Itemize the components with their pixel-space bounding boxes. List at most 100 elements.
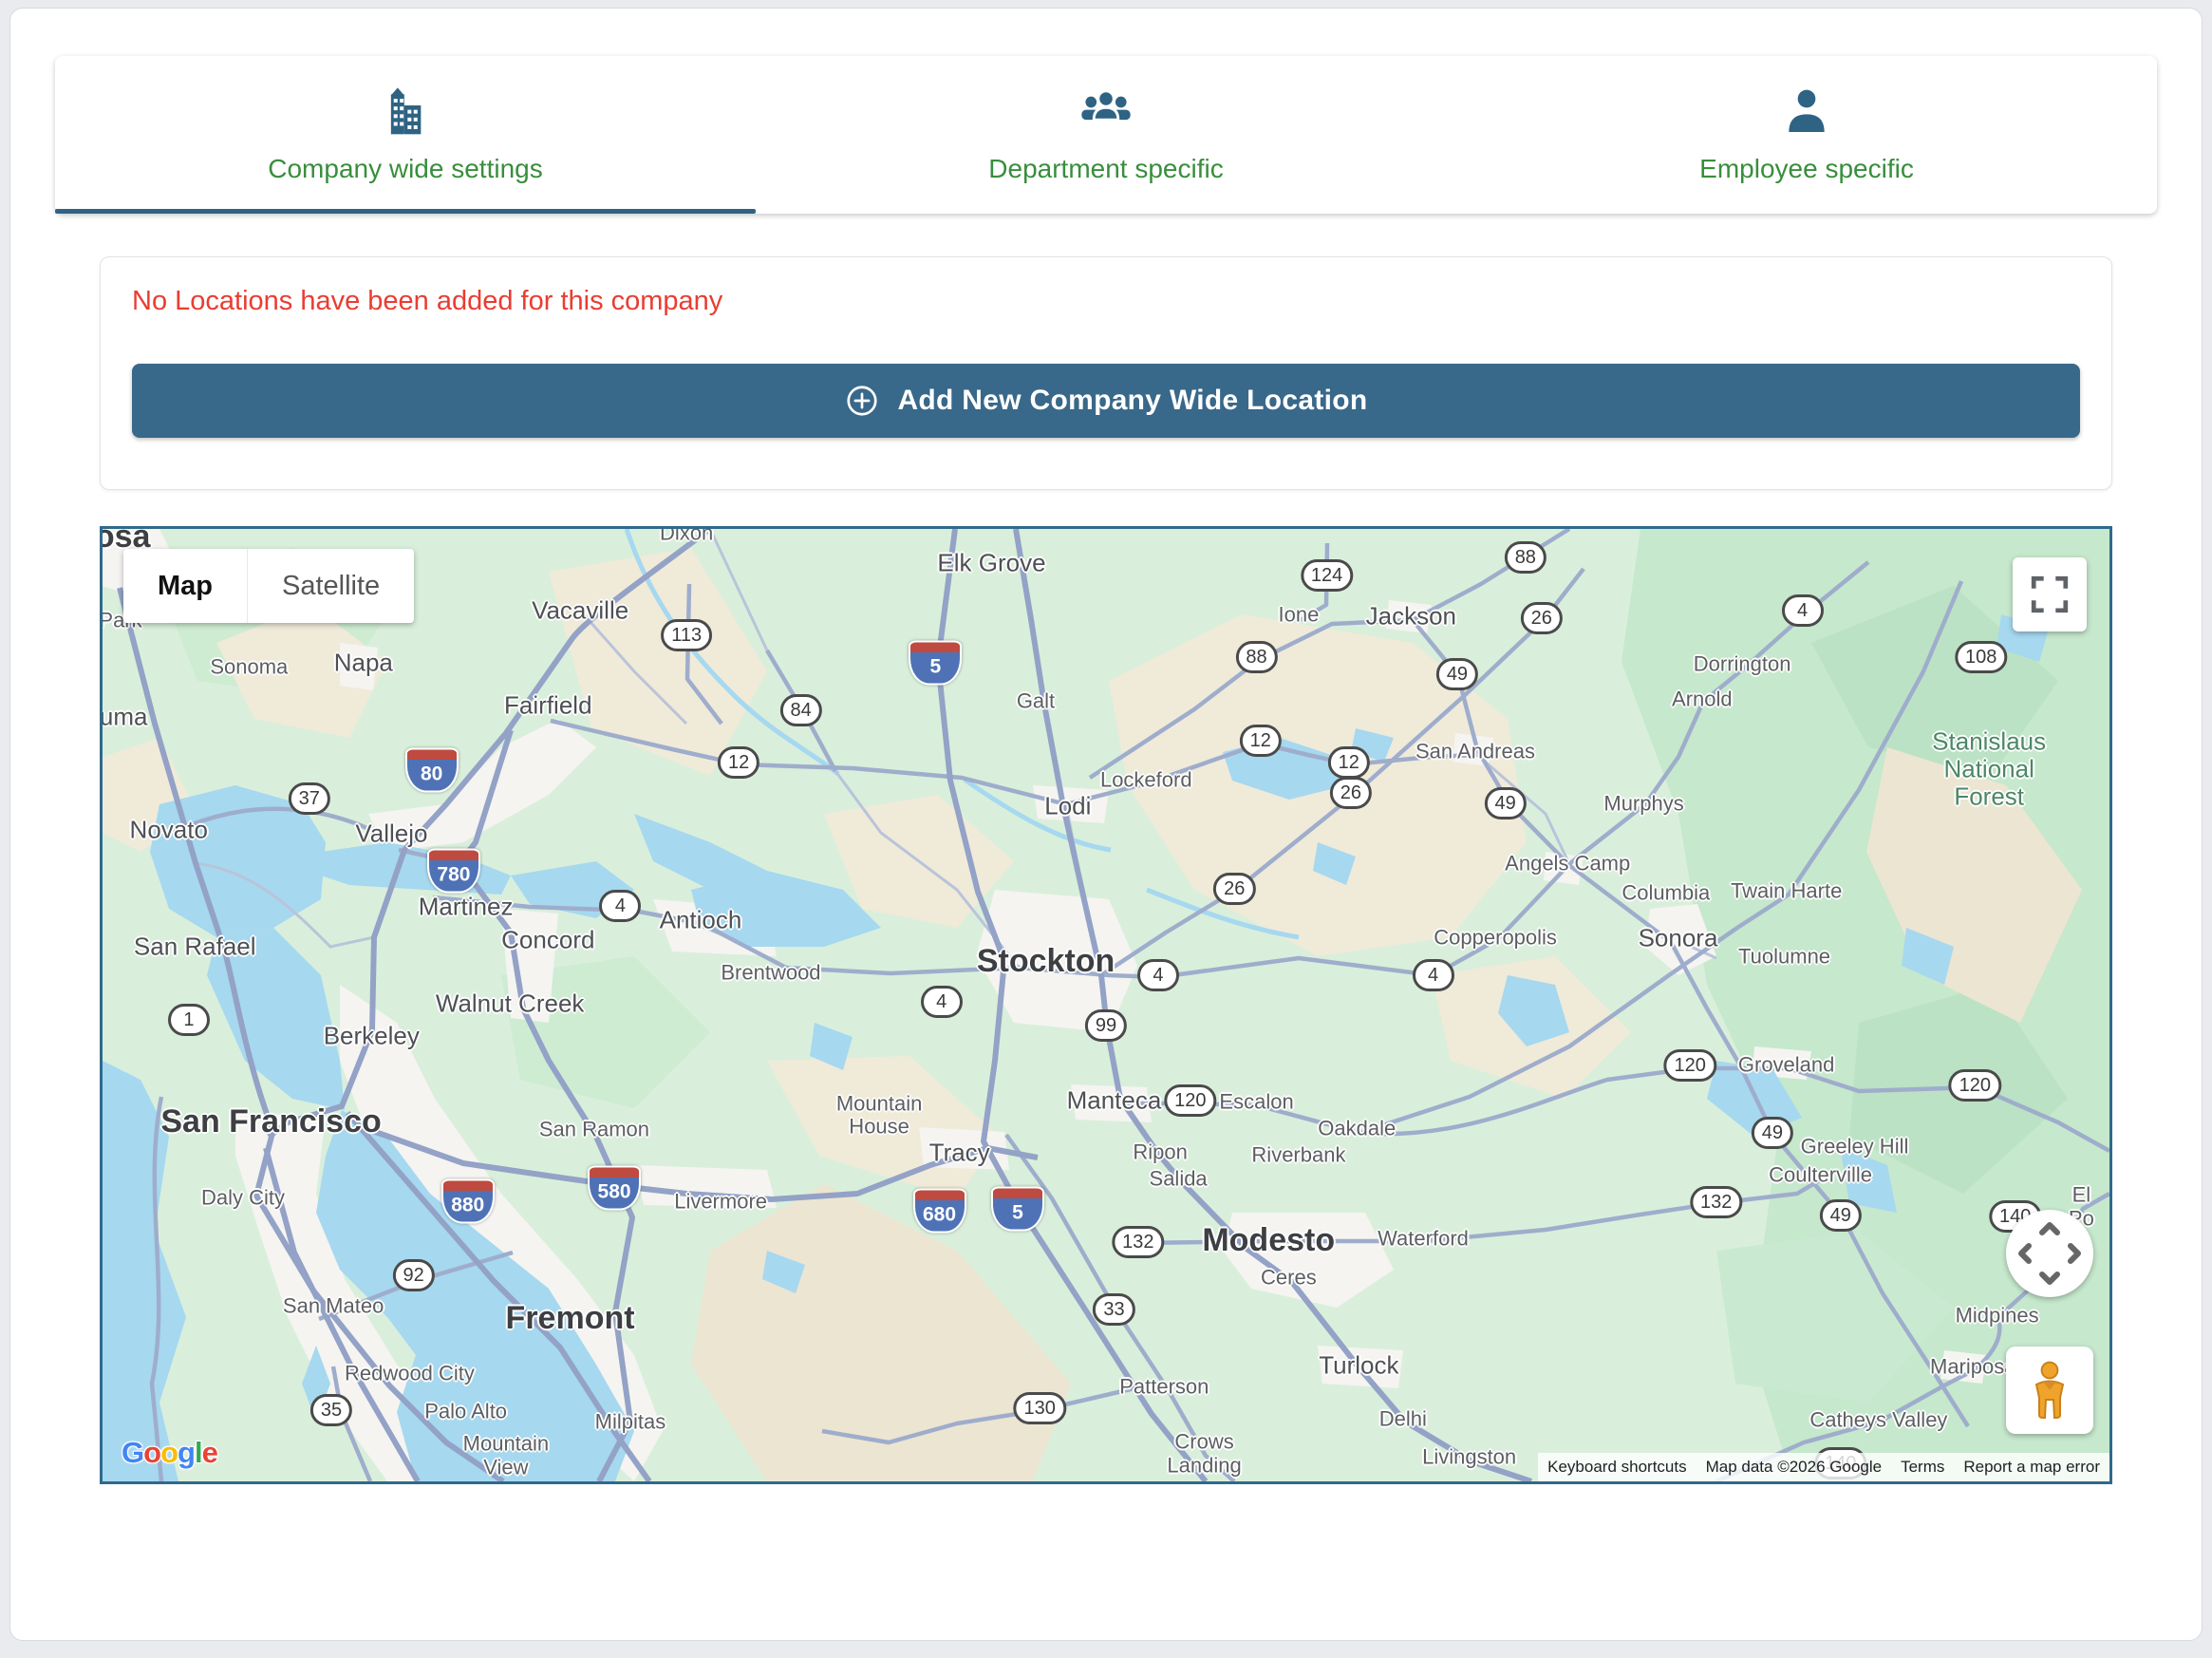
plus-circle-icon bbox=[844, 383, 880, 419]
map-label: Delhi bbox=[1379, 1407, 1427, 1431]
attribution-item[interactable]: Map data ©2026 Google bbox=[1696, 1453, 1892, 1481]
route-badge: 12 bbox=[718, 746, 759, 779]
map-label: Greeley Hill bbox=[1801, 1136, 1909, 1159]
route-badge: 49 bbox=[1752, 1117, 1793, 1149]
tab-company-wide-settings[interactable]: Company wide settings bbox=[55, 56, 756, 214]
interstate-shield: 80 bbox=[405, 747, 459, 792]
route-badge: 130 bbox=[1014, 1392, 1066, 1424]
map-label: Sonora bbox=[1639, 925, 1718, 952]
map-view-button[interactable]: Map bbox=[123, 549, 247, 623]
route-badge: 49 bbox=[1820, 1199, 1862, 1232]
route-badge: 49 bbox=[1485, 787, 1527, 820]
route-badge: 132 bbox=[1112, 1226, 1164, 1258]
pan-control[interactable] bbox=[2006, 1210, 2093, 1297]
map-label: Stockton bbox=[977, 943, 1115, 979]
map-label: Milpitas bbox=[595, 1411, 666, 1435]
map-label: Lockeford bbox=[1100, 768, 1192, 792]
map-label: Elk Grove bbox=[937, 550, 1045, 577]
map-label: Mountain House bbox=[836, 1092, 923, 1139]
interstate-shield: 5 bbox=[991, 1187, 1044, 1232]
pegman-button[interactable] bbox=[2006, 1347, 2093, 1434]
map-label: Lodi bbox=[1044, 792, 1091, 820]
map-label: Novato bbox=[130, 816, 208, 843]
map-label: Tuolumne bbox=[1738, 946, 1830, 970]
map-label: Tracy bbox=[929, 1139, 990, 1166]
route-badge: 26 bbox=[1330, 777, 1372, 809]
route-badge: 88 bbox=[1235, 641, 1277, 673]
person-icon bbox=[1780, 85, 1833, 139]
route-badge: 120 bbox=[1164, 1084, 1216, 1117]
interstate-shield: 5 bbox=[909, 641, 962, 686]
map-label: Sonoma bbox=[210, 656, 288, 680]
tab-employee-specific[interactable]: Employee specific bbox=[1456, 56, 2157, 214]
map-label: Ripon bbox=[1133, 1141, 1187, 1165]
active-tab-indicator bbox=[55, 209, 756, 214]
map-label: Crows Landing bbox=[1167, 1430, 1241, 1477]
map-label: Vallejo bbox=[355, 820, 427, 847]
route-badge: 26 bbox=[1521, 602, 1563, 634]
google-logo-letter: g bbox=[178, 1436, 195, 1469]
route-badge: 4 bbox=[1782, 594, 1824, 627]
route-badge: 84 bbox=[780, 694, 822, 726]
attribution-item[interactable]: Report a map error bbox=[1954, 1453, 2109, 1481]
map-label: San Ramon bbox=[539, 1119, 649, 1142]
map-label: Livingston bbox=[1422, 1446, 1516, 1470]
add-location-button[interactable]: Add New Company Wide Location bbox=[132, 364, 2080, 438]
app-window: Company wide settings Department specifi… bbox=[0, 0, 2212, 1658]
map-label: Mariposa bbox=[1930, 1355, 2015, 1379]
map-label: Vacaville bbox=[532, 597, 628, 625]
map-label: Antioch bbox=[660, 907, 742, 934]
attribution-item[interactable]: Terms bbox=[1891, 1453, 1954, 1481]
map-label: San Francisco bbox=[160, 1103, 381, 1140]
google-logo-letter: o bbox=[143, 1436, 160, 1469]
map-label: Modesto bbox=[1202, 1222, 1335, 1258]
map-label: taluma bbox=[100, 703, 147, 730]
map-label: Columbia bbox=[1622, 882, 1710, 906]
map-type-control: Map Satellite bbox=[123, 549, 414, 623]
route-badge: 12 bbox=[1328, 746, 1370, 779]
route-badge: 12 bbox=[1240, 725, 1282, 757]
map-canvas[interactable]: osaParktalumaSonomaNapaVacavilleDixonElk… bbox=[100, 526, 2112, 1484]
interstate-shield: 680 bbox=[913, 1189, 966, 1234]
map-label: Redwood City bbox=[345, 1362, 475, 1385]
map-label: Brentwood bbox=[721, 962, 820, 986]
map-label: Palo Alto bbox=[424, 1400, 507, 1423]
map-label: Napa bbox=[334, 650, 393, 677]
fullscreen-icon bbox=[2030, 575, 2070, 614]
tab-label: Employee specific bbox=[1699, 154, 1914, 184]
route-badge: 33 bbox=[1093, 1293, 1134, 1326]
fullscreen-button[interactable] bbox=[2013, 557, 2087, 631]
satellite-view-button[interactable]: Satellite bbox=[248, 549, 414, 623]
map-label: Fremont bbox=[506, 1300, 635, 1336]
map-label: Ceres bbox=[1261, 1267, 1317, 1291]
map-label: Concord bbox=[501, 927, 594, 954]
tab-label: Company wide settings bbox=[268, 154, 542, 184]
map-label: Fairfield bbox=[504, 691, 591, 719]
map-label: Jackson bbox=[1366, 603, 1456, 631]
route-badge: 92 bbox=[393, 1259, 435, 1291]
route-badge: 26 bbox=[1213, 873, 1255, 905]
route-badge: 124 bbox=[1301, 559, 1353, 592]
map-label: Arnold bbox=[1672, 688, 1733, 711]
tab-label: Department specific bbox=[988, 154, 1223, 184]
map-label: San Andreas bbox=[1415, 740, 1535, 763]
add-location-label: Add New Company Wide Location bbox=[897, 385, 1367, 417]
map-attribution: Keyboard shortcutsMap data ©2026 GoogleT… bbox=[1538, 1453, 2109, 1481]
pegman-icon bbox=[2023, 1360, 2076, 1421]
map-label: Waterford bbox=[1378, 1228, 1469, 1252]
google-logo[interactable]: Google bbox=[122, 1436, 217, 1470]
map-label: Angels Camp bbox=[1505, 853, 1630, 876]
google-logo-letter: o bbox=[160, 1436, 178, 1469]
map-label: Stanislaus National Forest bbox=[1929, 727, 2050, 810]
map-label: Twain Harte bbox=[1731, 880, 1842, 904]
tab-department-specific[interactable]: Department specific bbox=[756, 56, 1456, 214]
route-badge: 88 bbox=[1505, 541, 1547, 574]
attribution-item[interactable]: Keyboard shortcuts bbox=[1538, 1453, 1696, 1481]
route-badge: 49 bbox=[1436, 658, 1478, 690]
map-label: Groveland bbox=[1738, 1053, 1835, 1077]
map-label: Berkeley bbox=[324, 1022, 420, 1049]
no-locations-message: No Locations have been added for this co… bbox=[132, 286, 722, 317]
map-label: Dixon bbox=[660, 526, 713, 545]
google-logo-letter: e bbox=[202, 1436, 217, 1469]
google-logo-letter: l bbox=[195, 1436, 202, 1469]
